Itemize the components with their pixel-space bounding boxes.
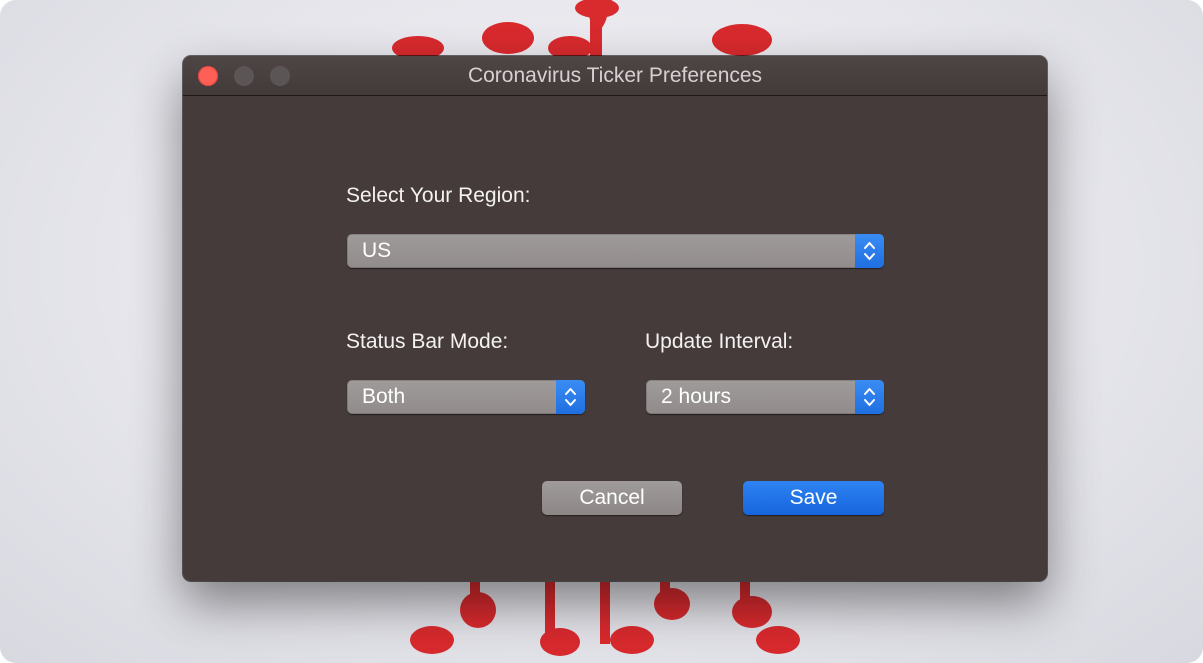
preferences-window: Coronavirus Ticker Preferences Select Yo… xyxy=(183,56,1047,581)
update-interval-select-stepper[interactable] xyxy=(855,380,884,414)
desktop-backdrop: Coronavirus Ticker Preferences Select Yo… xyxy=(0,0,1203,663)
status-bar-mode-select-value: Both xyxy=(362,385,406,408)
cancel-button[interactable]: Cancel xyxy=(542,481,682,515)
chevron-up-down-icon xyxy=(864,388,875,406)
region-select-stepper[interactable] xyxy=(855,234,884,268)
update-interval-label: Update Interval: xyxy=(645,330,794,353)
window-title: Coronavirus Ticker Preferences xyxy=(467,64,763,87)
status-bar-mode-label: Status Bar Mode: xyxy=(346,330,509,353)
title-bar: Coronavirus Ticker Preferences xyxy=(183,56,1047,96)
status-bar-mode-select[interactable]: Both xyxy=(347,380,585,414)
region-select[interactable]: US xyxy=(347,234,884,268)
update-interval-select[interactable]: 2 hours xyxy=(646,380,884,414)
update-interval-select-value: 2 hours xyxy=(661,385,732,408)
status-bar-mode-select-stepper[interactable] xyxy=(556,380,585,414)
region-label: Select Your Region: xyxy=(346,184,531,207)
chevron-up-down-icon xyxy=(565,388,576,406)
chevron-up-down-icon xyxy=(864,242,875,260)
save-button[interactable]: Save xyxy=(743,481,884,515)
region-select-value: US xyxy=(362,239,392,262)
